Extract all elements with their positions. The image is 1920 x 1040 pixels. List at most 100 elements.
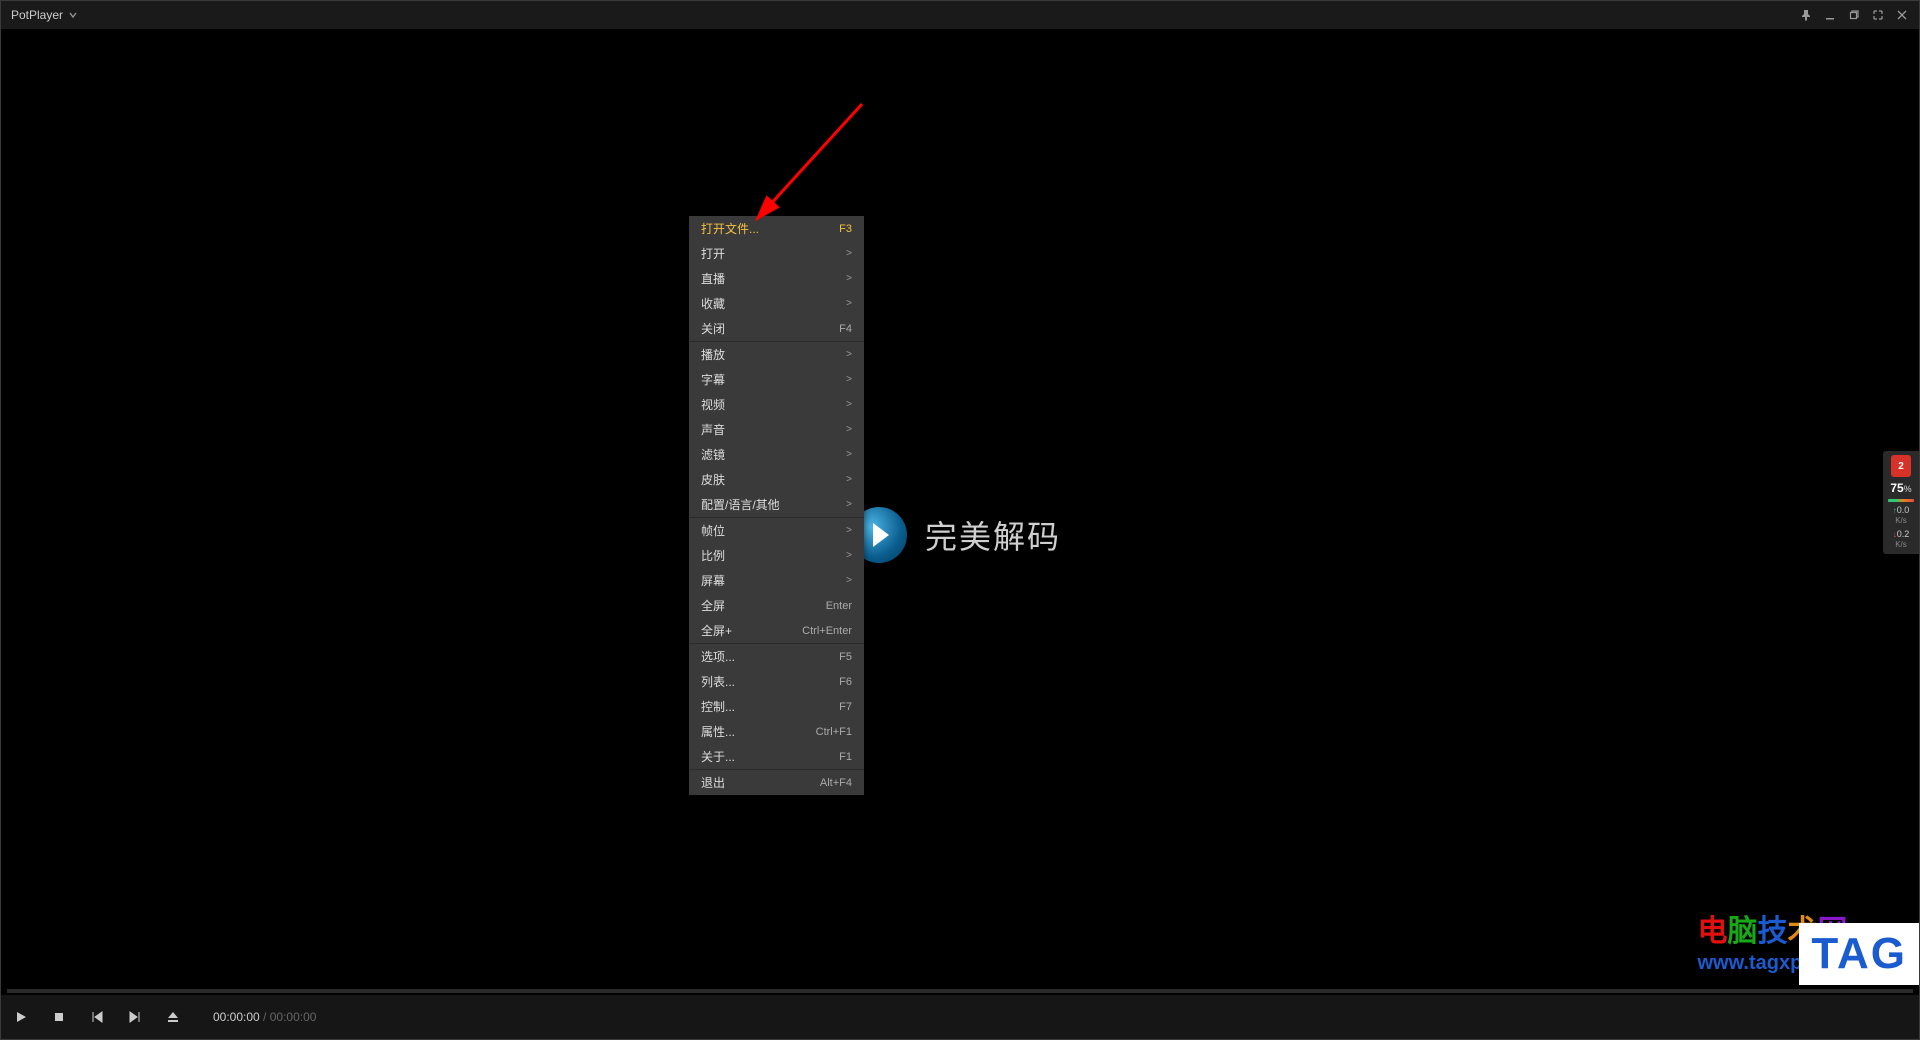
submenu-arrow-icon: > <box>846 374 852 385</box>
submenu-arrow-icon: > <box>846 499 852 510</box>
menu-shortcut: Enter <box>826 600 852 612</box>
seekbar[interactable] <box>7 989 1913 993</box>
app-title-dropdown[interactable]: PotPlayer <box>7 8 77 22</box>
menu-item-label: 皮肤 <box>701 471 725 488</box>
menu-item[interactable]: 打开文件... F3 <box>689 216 864 241</box>
submenu-arrow-icon: > <box>846 474 852 485</box>
menu-item-label: 控制... <box>701 698 735 715</box>
menu-shortcut: F7 <box>839 701 852 713</box>
close-button[interactable] <box>1891 4 1913 26</box>
network-monitor-widget[interactable]: 2 75% ↑0.0K/s ↓0.2K/s <box>1883 451 1919 554</box>
menu-item[interactable]: 选项... F5 <box>689 644 864 669</box>
download-speed: ↓0.2K/s <box>1893 530 1910 550</box>
menu-item-label: 关闭 <box>701 320 725 337</box>
submenu-arrow-icon: > <box>846 399 852 410</box>
control-bar: 00:00:00 / 00:00:00 <box>1 995 1919 1039</box>
menu-item[interactable]: 声音 > <box>689 417 864 442</box>
menu-item-label: 视频 <box>701 396 725 413</box>
menu-item-label: 帧位 <box>701 522 725 539</box>
menu-item[interactable]: 全屏+ Ctrl+Enter <box>689 618 864 643</box>
app-title: PotPlayer <box>11 8 63 22</box>
menu-item[interactable]: 比例 > <box>689 543 864 568</box>
titlebar: PotPlayer <box>1 1 1919 29</box>
menu-item[interactable]: 全屏 Enter <box>689 593 864 618</box>
eject-button[interactable] <box>163 1007 183 1027</box>
time-display: 00:00:00 / 00:00:00 <box>213 1010 316 1024</box>
menu-item-label: 声音 <box>701 421 725 438</box>
menu-item[interactable]: 帧位 > <box>689 518 864 543</box>
menu-shortcut: Alt+F4 <box>820 777 852 789</box>
menu-item-label: 比例 <box>701 547 725 564</box>
pin-button[interactable] <box>1795 4 1817 26</box>
video-area[interactable]: 完美解码 <box>1 29 1919 991</box>
menu-item-label: 选项... <box>701 648 735 665</box>
submenu-arrow-icon: > <box>846 550 852 561</box>
fullscreen-button[interactable] <box>1867 4 1889 26</box>
usage-percent: 75% <box>1890 481 1911 495</box>
menu-item[interactable]: 屏幕 > <box>689 568 864 593</box>
menu-item[interactable]: 属性... Ctrl+F1 <box>689 719 864 744</box>
upload-speed: ↑0.0K/s <box>1893 506 1910 526</box>
menu-item-label: 播放 <box>701 346 725 363</box>
menu-shortcut: Ctrl+F1 <box>816 726 852 738</box>
menu-shortcut: Ctrl+Enter <box>802 625 852 637</box>
menu-item-label: 直播 <box>701 270 725 287</box>
menu-item-label: 全屏+ <box>701 622 732 639</box>
menu-item[interactable]: 视频 > <box>689 392 864 417</box>
time-current: 00:00:00 <box>213 1010 260 1024</box>
menu-item-label: 列表... <box>701 673 735 690</box>
menu-item[interactable]: 皮肤 > <box>689 467 864 492</box>
submenu-arrow-icon: > <box>846 449 852 460</box>
minimize-button[interactable] <box>1819 4 1841 26</box>
stop-button[interactable] <box>49 1007 69 1027</box>
menu-item[interactable]: 关于... F1 <box>689 744 864 769</box>
menu-item-label: 属性... <box>701 723 735 740</box>
time-total: 00:00:00 <box>270 1010 317 1024</box>
menu-item-label: 打开 <box>701 245 725 262</box>
menu-item-label: 字幕 <box>701 371 725 388</box>
submenu-arrow-icon: > <box>846 424 852 435</box>
submenu-arrow-icon: > <box>846 525 852 536</box>
menu-item[interactable]: 播放 > <box>689 342 864 367</box>
play-button[interactable] <box>11 1007 31 1027</box>
next-button[interactable] <box>125 1007 145 1027</box>
menu-item[interactable]: 退出 Alt+F4 <box>689 770 864 795</box>
context-menu: 打开文件... F3 打开 > 直播 > 收藏 > 关闭 F4 播放 > 字幕 > 视频 > 声音 > 滤镜 > 皮肤 >… <box>689 216 864 795</box>
menu-item-label: 关于... <box>701 748 735 765</box>
usage-bar <box>1888 499 1914 502</box>
menu-shortcut: F1 <box>839 751 852 763</box>
menu-shortcut: F6 <box>839 676 852 688</box>
menu-item-label: 打开文件... <box>701 220 759 237</box>
menu-item[interactable]: 控制... F7 <box>689 694 864 719</box>
restore-button[interactable] <box>1843 4 1865 26</box>
menu-item-label: 退出 <box>701 774 725 791</box>
menu-shortcut: F3 <box>839 223 852 235</box>
chevron-down-icon <box>69 11 77 19</box>
shield-badge: 2 <box>1888 455 1914 477</box>
menu-item[interactable]: 直播 > <box>689 266 864 291</box>
submenu-arrow-icon: > <box>846 575 852 586</box>
submenu-arrow-icon: > <box>846 248 852 259</box>
menu-item-label: 全屏 <box>701 597 725 614</box>
seekbar-container <box>1 987 1919 995</box>
submenu-arrow-icon: > <box>846 298 852 309</box>
menu-shortcut: F5 <box>839 651 852 663</box>
menu-shortcut: F4 <box>839 323 852 335</box>
menu-item-label: 滤镜 <box>701 446 725 463</box>
menu-item[interactable]: 配置/语言/其他 > <box>689 492 864 517</box>
menu-item-label: 配置/语言/其他 <box>701 496 780 513</box>
menu-item[interactable]: 滤镜 > <box>689 442 864 467</box>
menu-item[interactable]: 列表... F6 <box>689 669 864 694</box>
menu-item-label: 收藏 <box>701 295 725 312</box>
logo-text: 完美解码 <box>925 512 1061 558</box>
menu-item[interactable]: 打开 > <box>689 241 864 266</box>
center-logo: 完美解码 <box>851 507 1061 563</box>
previous-button[interactable] <box>87 1007 107 1027</box>
menu-item[interactable]: 字幕 > <box>689 367 864 392</box>
menu-item[interactable]: 收藏 > <box>689 291 864 316</box>
menu-item[interactable]: 关闭 F4 <box>689 316 864 341</box>
submenu-arrow-icon: > <box>846 349 852 360</box>
window-controls <box>1795 4 1913 26</box>
submenu-arrow-icon: > <box>846 273 852 284</box>
menu-item-label: 屏幕 <box>701 572 725 589</box>
